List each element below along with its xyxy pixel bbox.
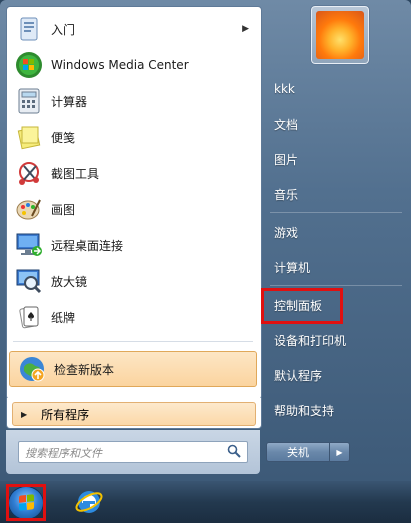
link-default-programs[interactable]: 默认程序 xyxy=(262,360,411,390)
program-label: 入门 xyxy=(51,22,76,37)
link-label: 设备和打印机 xyxy=(274,333,347,348)
shutdown-button[interactable]: 关机 xyxy=(266,442,330,462)
program-label: 纸牌 xyxy=(51,310,76,325)
program-label: 截图工具 xyxy=(51,166,100,181)
link-label: 图片 xyxy=(274,152,299,167)
magnifier-icon xyxy=(13,265,45,297)
program-item-windows-media-center[interactable]: Windows Media Center xyxy=(7,47,259,83)
windows-media-center-icon xyxy=(13,49,45,81)
divider xyxy=(13,341,253,342)
search-icon[interactable] xyxy=(227,444,241,458)
program-label: 远程桌面连接 xyxy=(51,238,124,253)
program-item-calculator[interactable]: 计算器 xyxy=(7,83,259,119)
triangle-right-icon: ▶ xyxy=(21,409,28,419)
search-placeholder: 搜索程序和文件 xyxy=(25,447,102,460)
program-item-check-update[interactable]: 检查新版本 xyxy=(9,351,257,387)
shutdown-label: 关机 xyxy=(287,446,309,459)
submenu-arrow-icon[interactable]: ▶ xyxy=(242,24,249,34)
start-menu: 入门 ▶ Windows Media Center 计算器 便笺 截图工具 画图… xyxy=(0,0,411,481)
paint-icon xyxy=(13,193,45,225)
program-item-paint[interactable]: 画图 xyxy=(7,191,259,227)
program-label: 检查新版本 xyxy=(54,362,115,377)
highlight-box-start xyxy=(6,484,46,521)
program-item-snipping-tool[interactable]: 截图工具 xyxy=(7,155,259,191)
program-label: 放大镜 xyxy=(51,274,88,289)
sticky-notes-icon xyxy=(13,121,45,153)
link-label: 游戏 xyxy=(274,225,299,240)
link-pictures[interactable]: 图片 xyxy=(262,144,411,174)
program-item-sticky-notes[interactable]: 便笺 xyxy=(7,119,259,155)
snipping-tool-icon xyxy=(13,157,45,189)
link-help-support[interactable]: 帮助和支持 xyxy=(262,395,411,425)
link-label: 默认程序 xyxy=(274,368,323,383)
remote-desktop-icon xyxy=(13,229,45,261)
search-input[interactable]: 搜索程序和文件 xyxy=(18,441,248,463)
all-programs-area: ▶ 所有程序 xyxy=(6,398,262,429)
program-item-getting-started[interactable]: 入门 ▶ xyxy=(7,11,259,47)
shutdown-control: 关机 ▶ xyxy=(266,442,356,462)
program-item-remote-desktop[interactable]: 远程桌面连接 xyxy=(7,227,259,263)
link-computer[interactable]: 计算机 xyxy=(262,252,411,282)
link-label: 计算机 xyxy=(274,260,311,275)
taskbar xyxy=(0,481,411,523)
internet-explorer-icon[interactable] xyxy=(74,487,104,517)
link-music[interactable]: 音乐 xyxy=(262,179,411,209)
shutdown-options-arrow-icon[interactable]: ▶ xyxy=(330,442,350,462)
program-label: 画图 xyxy=(51,202,76,217)
all-programs-label: 所有程序 xyxy=(41,407,90,422)
update-check-icon xyxy=(16,353,48,385)
getting-started-icon xyxy=(13,13,45,45)
places-panel: kkk 文档 图片 音乐 游戏 计算机 控制面板 设备和打印机 默认程序 帮助和… xyxy=(262,0,411,481)
divider xyxy=(270,285,402,286)
program-label: Windows Media Center xyxy=(51,58,189,72)
link-label: 帮助和支持 xyxy=(274,403,335,418)
calculator-icon xyxy=(13,85,45,117)
link-user-folder[interactable]: kkk xyxy=(262,74,411,104)
program-label: 便笺 xyxy=(51,130,76,145)
all-programs-button[interactable]: ▶ 所有程序 xyxy=(12,402,256,426)
link-devices-printers[interactable]: 设备和打印机 xyxy=(262,325,411,355)
link-label: 文档 xyxy=(274,117,299,132)
link-games[interactable]: 游戏 xyxy=(262,217,411,247)
program-item-solitaire[interactable]: 纸牌 xyxy=(7,299,259,335)
flower-icon xyxy=(316,11,364,59)
link-label: kkk xyxy=(274,82,295,96)
program-item-magnifier[interactable]: 放大镜 xyxy=(7,263,259,299)
solitaire-icon xyxy=(13,301,45,333)
link-label: 音乐 xyxy=(274,187,299,202)
program-label: 计算器 xyxy=(51,94,88,109)
link-documents[interactable]: 文档 xyxy=(262,109,411,139)
search-bar: 搜索程序和文件 xyxy=(6,430,260,474)
highlight-box-control-panel xyxy=(261,288,343,324)
programs-list: 入门 ▶ Windows Media Center 计算器 便笺 截图工具 画图… xyxy=(6,6,262,400)
divider xyxy=(270,212,402,213)
user-picture[interactable] xyxy=(310,5,370,65)
